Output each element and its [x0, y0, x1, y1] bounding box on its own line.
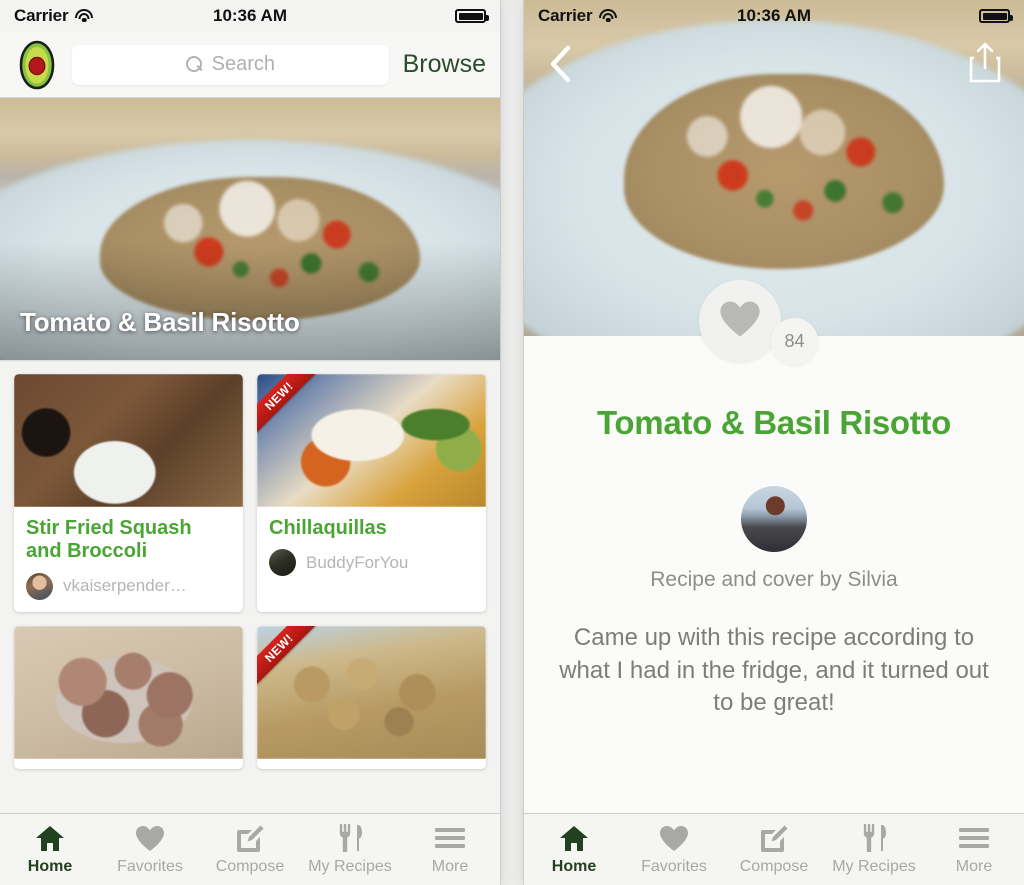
avocado-logo-icon[interactable] — [14, 40, 60, 90]
status-bar: Carrier 10:36 AM — [524, 0, 1024, 32]
hero-recipe-card[interactable]: Tomato & Basil Risotto — [0, 98, 500, 360]
tab-more[interactable]: More — [400, 823, 500, 876]
heart-icon — [719, 300, 761, 343]
tab-label: More — [431, 858, 469, 875]
search-input[interactable]: Search — [72, 44, 389, 85]
carrier-label: Carrier — [14, 6, 69, 25]
tab-favorites[interactable]: Favorites — [624, 823, 724, 876]
recipe-card[interactable]: Stir Fried Squash and Broccoli vkaiserpe… — [14, 374, 243, 612]
top-nav-bar: Search Browse — [0, 32, 500, 98]
tab-favorites[interactable]: Favorites — [100, 823, 200, 876]
like-count-badge: 84 — [771, 318, 818, 365]
tab-label: More — [955, 858, 993, 875]
avatar[interactable] — [741, 486, 807, 552]
recipe-card-author[interactable]: BuddyForYou — [269, 540, 474, 588]
compose-pencil-icon — [235, 823, 265, 853]
tab-label: Home — [551, 858, 597, 875]
browse-button[interactable]: Browse — [401, 50, 486, 79]
recipe-card[interactable] — [14, 625, 243, 769]
wifi-icon — [599, 9, 618, 23]
carrier-label: Carrier — [538, 6, 593, 25]
search-placeholder: Search — [211, 53, 275, 75]
tab-label: My Recipes — [308, 858, 392, 875]
fork-knife-icon — [859, 823, 889, 853]
status-bar-left: Carrier — [538, 6, 618, 26]
home-scroll-area[interactable]: Tomato & Basil Risotto Stir Fried Squash… — [0, 98, 500, 813]
recipe-card-image: NEW! — [257, 374, 486, 507]
hamburger-menu-icon — [434, 823, 466, 853]
recipe-card[interactable]: NEW! — [257, 625, 486, 769]
fork-knife-icon — [335, 823, 365, 853]
tab-label: Compose — [215, 858, 285, 875]
avatar — [26, 572, 53, 600]
tab-label: Favorites — [117, 858, 183, 875]
status-bar: Carrier 10:36 AM — [0, 0, 500, 32]
author-name: vkaiserpender… — [63, 576, 187, 596]
recipe-card-body: Stir Fried Squash and Broccoli vkaiserpe… — [14, 507, 243, 612]
back-button[interactable] — [546, 44, 576, 84]
recipe-card-title: Stir Fried Squash and Broccoli — [26, 517, 192, 563]
recipe-card-title: Chillaquillas — [269, 517, 387, 539]
hero-title: Tomato & Basil Risotto — [20, 307, 300, 337]
recipe-card-author[interactable]: vkaiserpender… — [26, 564, 231, 612]
detail-content: Tomato & Basil Risotto Recipe and cover … — [524, 336, 1024, 813]
tab-more[interactable]: More — [924, 823, 1024, 876]
search-icon — [185, 56, 203, 73]
screenshot-stage: Carrier 10:36 AM Search Browse Tomato & … — [0, 0, 1024, 885]
home-icon — [559, 823, 589, 853]
tab-label: Favorites — [641, 858, 707, 875]
hamburger-menu-icon — [958, 823, 990, 853]
heart-icon — [659, 823, 689, 853]
recipe-card-grid: Stir Fried Squash and Broccoli vkaiserpe… — [0, 360, 500, 769]
recipe-card-image — [14, 374, 243, 507]
like-control[interactable]: 84 — [689, 280, 859, 376]
tab-home[interactable]: Home — [524, 823, 624, 876]
tab-home[interactable]: Home — [0, 823, 100, 876]
status-bar-left: Carrier — [14, 6, 94, 26]
recipe-card-image: NEW! — [257, 625, 486, 759]
wifi-icon — [75, 9, 94, 23]
tab-bar: Home Favorites Compose My Recipes More — [0, 813, 500, 885]
home-icon — [35, 823, 65, 853]
battery-full-icon — [455, 9, 489, 23]
recipe-card-body — [14, 759, 243, 769]
recipe-card[interactable]: NEW! Chillaquillas BuddyForYou — [257, 374, 486, 612]
tab-compose[interactable]: Compose — [200, 823, 300, 876]
share-button[interactable] — [968, 42, 1002, 84]
avatar — [269, 549, 296, 577]
recipe-detail-phone: Carrier 10:36 AM 84 Tomato & Basil Risot… — [524, 0, 1024, 885]
like-button[interactable] — [699, 280, 781, 362]
recipe-title: Tomato & Basil Risotto — [597, 404, 951, 441]
recipe-card-body: Chillaquillas BuddyForYou — [257, 507, 486, 588]
author-name: BuddyForYou — [306, 552, 409, 572]
tab-my-recipes[interactable]: My Recipes — [824, 823, 924, 876]
status-bar-right — [455, 9, 489, 23]
battery-full-icon — [979, 9, 1013, 23]
recipe-card-image — [14, 625, 243, 759]
tab-my-recipes[interactable]: My Recipes — [300, 823, 400, 876]
status-bar-right — [979, 9, 1013, 23]
tab-label: My Recipes — [832, 858, 916, 875]
tab-bar: Home Favorites Compose My Recipes More — [524, 813, 1024, 885]
tab-label: Home — [27, 858, 73, 875]
tab-compose[interactable]: Compose — [724, 823, 824, 876]
compose-pencil-icon — [759, 823, 789, 853]
heart-icon — [135, 823, 165, 853]
recipe-credit: Recipe and cover by Silvia — [650, 568, 898, 591]
recipe-card-body — [257, 759, 486, 769]
recipe-description: Came up with this recipe according to wh… — [559, 624, 989, 717]
tab-label: Compose — [739, 858, 809, 875]
home-screen-phone: Carrier 10:36 AM Search Browse Tomato & … — [0, 0, 500, 885]
